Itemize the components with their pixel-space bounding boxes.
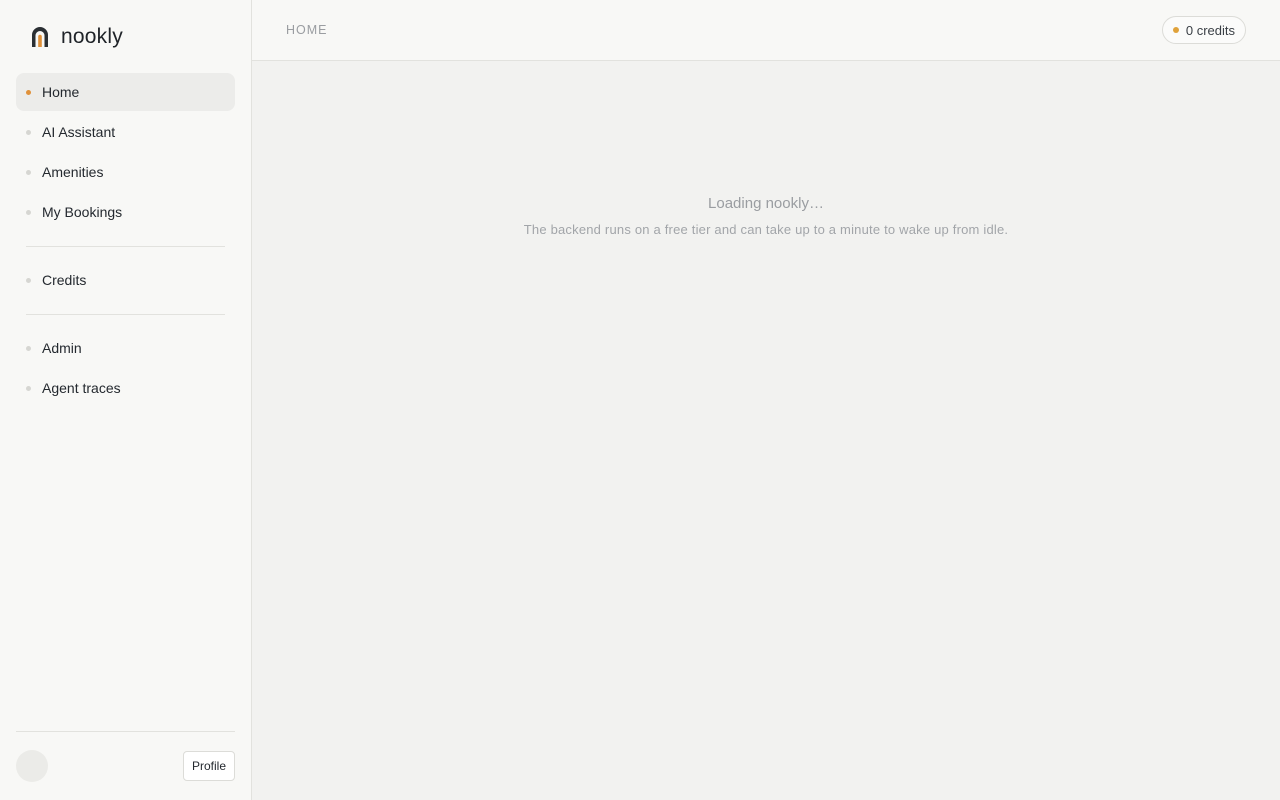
arch-logo-icon bbox=[32, 26, 48, 47]
credits-badge[interactable]: 0 credits bbox=[1161, 16, 1246, 44]
credits-label: 0 credits bbox=[1185, 22, 1235, 38]
brand[interactable]: nookly bbox=[16, 0, 235, 73]
avatar[interactable] bbox=[16, 750, 48, 782]
dot-icon bbox=[26, 385, 31, 391]
nav-divider bbox=[26, 246, 225, 247]
dot-icon bbox=[26, 129, 31, 135]
dot-icon bbox=[26, 169, 31, 175]
loading-title: Loading nookly… bbox=[708, 195, 824, 212]
breadcrumb: HOME bbox=[286, 23, 328, 37]
sidebar-item-label: Amenities bbox=[42, 164, 104, 180]
brand-name: nookly bbox=[61, 24, 123, 48]
app-shell: nookly Home AI Assistant Amenities My Bo… bbox=[0, 0, 1280, 800]
dot-icon bbox=[26, 345, 31, 351]
dot-icon bbox=[26, 277, 31, 283]
credits-dot-icon bbox=[1172, 27, 1179, 33]
sidebar-item-home[interactable]: Home bbox=[16, 73, 235, 111]
sidebar-item-ai-assistant[interactable]: AI Assistant bbox=[16, 113, 235, 151]
sidebar-item-label: Credits bbox=[42, 272, 87, 288]
profile-button[interactable]: Profile bbox=[182, 751, 235, 781]
sidebar-item-label: AI Assistant bbox=[42, 124, 116, 140]
active-dot-icon bbox=[26, 89, 31, 95]
sidebar-item-label: Home bbox=[42, 84, 80, 100]
loading-panel: Loading nookly… The backend runs on a fr… bbox=[252, 61, 1280, 800]
sidebar-item-label: My Bookings bbox=[42, 204, 123, 220]
sidebar-item-amenities[interactable]: Amenities bbox=[16, 153, 235, 191]
loading-subtitle: The backend runs on a free tier and can … bbox=[523, 222, 1009, 237]
sidebar-item-admin[interactable]: Admin bbox=[16, 329, 235, 367]
sidebar-item-my-bookings[interactable]: My Bookings bbox=[16, 193, 235, 231]
dot-icon bbox=[26, 209, 31, 215]
sidebar-item-agent-traces[interactable]: Agent traces bbox=[16, 369, 235, 407]
nav-divider bbox=[26, 314, 225, 315]
sidebar-nav: Home AI Assistant Amenities My Bookings … bbox=[16, 73, 235, 409]
sidebar: nookly Home AI Assistant Amenities My Bo… bbox=[0, 0, 252, 800]
sidebar-item-label: Agent traces bbox=[42, 380, 121, 396]
sidebar-item-label: Admin bbox=[42, 340, 82, 356]
top-bar: HOME 0 credits bbox=[252, 0, 1280, 61]
sidebar-footer: Profile bbox=[16, 731, 235, 800]
main-area: HOME 0 credits Loading nookly… The backe… bbox=[252, 0, 1280, 800]
sidebar-item-credits[interactable]: Credits bbox=[16, 261, 235, 299]
